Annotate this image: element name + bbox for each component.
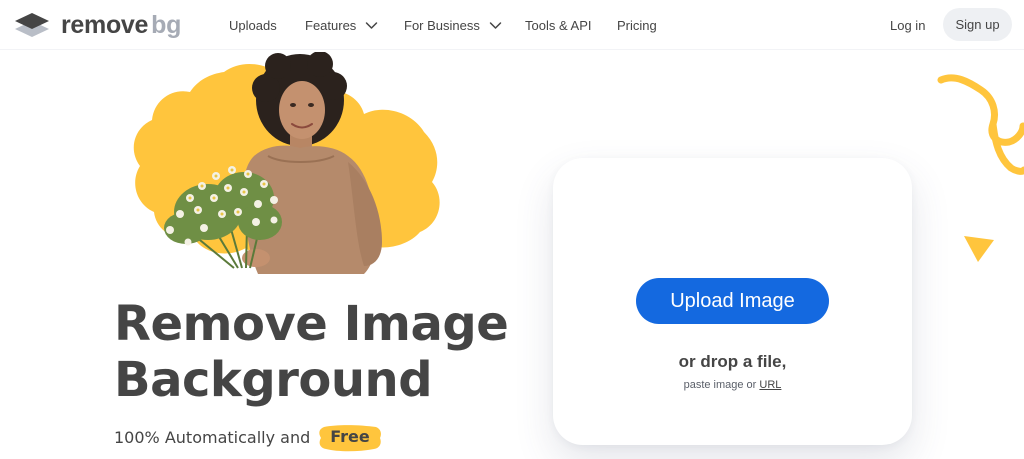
nav-for-business[interactable]: For Business [404,17,502,34]
chevron-down-icon [366,22,378,29]
paste-hint: paste image or URL [553,379,912,391]
nav-uploads[interactable]: Uploads [229,17,277,34]
hero-subline: 100% Automatically and Free [114,424,382,452]
logo[interactable]: remove bg [14,11,181,39]
url-link[interactable]: URL [759,379,781,391]
logo-text: remove bg [61,11,181,39]
chevron-down-icon [489,22,502,29]
upload-card[interactable]: Upload Image or drop a file, paste image… [553,158,912,445]
hero-illustration [128,52,448,274]
paste-hint-text: paste image or [683,379,757,391]
nav-uploads-label: Uploads [229,18,277,33]
nav-pricing-label: Pricing [617,18,657,33]
upload-image-button[interactable]: Upload Image [636,278,829,324]
free-label: Free [330,427,370,446]
logo-word-bg: bg [151,11,182,39]
free-highlight: Free [318,424,382,452]
headline-line-2: Background [114,352,433,408]
drop-file-text: or drop a file, [678,352,787,371]
signup-button[interactable]: Sign up [943,8,1012,41]
logo-word-remove: remove [61,11,149,39]
yellow-triangle-decoration [964,236,994,262]
headline-line-1: Remove Image [114,296,509,352]
nav-tools-api-label: Tools & API [525,18,592,33]
logo-mark-icon [15,13,49,37]
yellow-squiggle-decoration [937,74,1024,175]
hero-headline: Remove Image Background [114,296,534,408]
nav-tools-api[interactable]: Tools & API [525,17,591,34]
nav-features[interactable]: Features [305,17,378,34]
nav-for-business-label: For Business [404,18,480,33]
subline-text: 100% Automatically and [114,427,311,447]
top-navbar: remove bg Uploads Features For Business T… [0,0,1024,50]
login-link[interactable]: Log in [890,17,925,34]
woman-with-flowers-photo [164,52,382,274]
nav-features-label: Features [305,18,357,33]
nav-pricing[interactable]: Pricing [617,17,657,34]
